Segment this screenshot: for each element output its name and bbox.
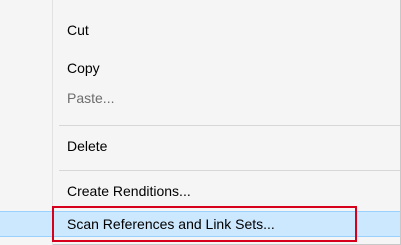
menu-item-paste-label: Paste... bbox=[67, 90, 115, 106]
menu-item-create-renditions-label: Create Renditions... bbox=[67, 183, 191, 199]
highlight-callout-box bbox=[52, 206, 357, 242]
context-menu: Cut Copy Paste... Delete Create Renditio… bbox=[0, 0, 401, 245]
menu-item-create-renditions[interactable]: Create Renditions... bbox=[0, 178, 400, 204]
menu-separator bbox=[59, 170, 400, 171]
menu-item-delete-label: Delete bbox=[67, 138, 108, 154]
menu-item-copy[interactable]: Copy bbox=[0, 55, 400, 81]
menu-item-copy-label: Copy bbox=[67, 60, 100, 76]
menu-separator bbox=[59, 125, 400, 126]
menu-item-paste: Paste... bbox=[0, 85, 400, 111]
menu-item-cut-label: Cut bbox=[67, 22, 89, 38]
menu-item-delete[interactable]: Delete bbox=[0, 133, 400, 159]
menu-item-cut[interactable]: Cut bbox=[0, 17, 400, 43]
